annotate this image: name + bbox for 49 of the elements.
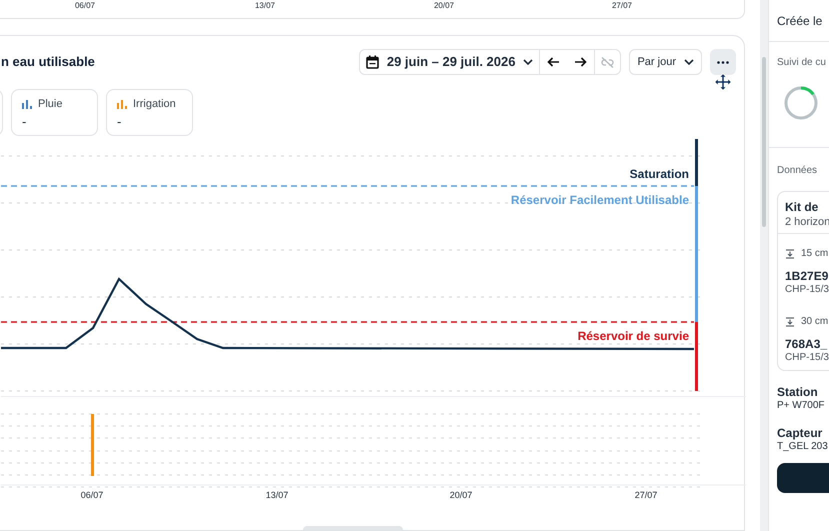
bar-chart-icon <box>117 100 127 109</box>
item-title: Capteur <box>777 426 824 441</box>
created-label: Créée le <box>777 12 822 30</box>
legend-label: Irrigation <box>133 97 176 112</box>
sensor-model: CHP-15/3 <box>785 352 829 364</box>
item-value: P+ W700F <box>777 400 826 412</box>
depth-icon <box>785 316 795 326</box>
granularity-select[interactable]: Par jour <box>629 49 702 75</box>
date-range-button[interactable]: 29 juin – 29 juil. 2026 <box>360 50 540 74</box>
sensor-depth: 30 cm <box>801 315 828 329</box>
threshold-label: Réservoir de survie <box>578 329 689 343</box>
item-title: Station <box>777 385 819 400</box>
item-value: T_GEL 203 <box>777 441 829 453</box>
axis-label: 06/07 <box>80 490 104 500</box>
sensor-depth: 15 cm <box>801 247 828 261</box>
arrow-right-icon <box>574 57 588 67</box>
threshold-label: Saturation <box>630 167 689 181</box>
section-title: Données <box>777 164 818 178</box>
legend-label: Pluie <box>38 97 62 112</box>
axis-label: 27/07 <box>634 490 658 500</box>
more-button[interactable] <box>710 49 736 75</box>
legend-value: - <box>22 114 28 128</box>
more-icon <box>717 60 729 64</box>
chevron-down-icon <box>684 59 694 65</box>
axis-label: 20/07 <box>434 1 454 11</box>
axis-label: 27/07 <box>612 1 632 11</box>
axis-label: 06/07 <box>74 1 96 11</box>
legend-value: - <box>117 114 122 128</box>
sensor-id: 1B27E9 <box>785 269 829 284</box>
axis-label: 20/07 <box>450 490 472 500</box>
scrollbar-thumb[interactable] <box>762 57 766 227</box>
axis-label: 13/07 <box>254 1 276 11</box>
section-title: Suivi de cu <box>777 56 827 70</box>
sensor-model: CHP-15/3 <box>785 284 829 296</box>
depth-icon <box>785 248 795 258</box>
axis-label: 13/07 <box>266 490 288 500</box>
date-range-control[interactable]: 29 juin – 29 juil. 2026 <box>358 49 622 75</box>
chevron-down-icon <box>523 59 534 65</box>
progress-ring <box>783 85 819 121</box>
sensor-id: 768A3_ <box>785 337 828 352</box>
unlink-icon <box>601 56 614 68</box>
move-cursor-icon <box>715 74 731 90</box>
irrigation-bar <box>91 414 94 476</box>
threshold-label: Réservoir Facilement Utilisable <box>510 193 689 207</box>
calendar-icon <box>366 55 379 69</box>
bar-chart-icon <box>22 100 32 109</box>
arrow-left-icon <box>547 57 560 67</box>
card-title: n eau utilisable <box>1 53 95 72</box>
kit-title: Kit de <box>785 200 820 215</box>
